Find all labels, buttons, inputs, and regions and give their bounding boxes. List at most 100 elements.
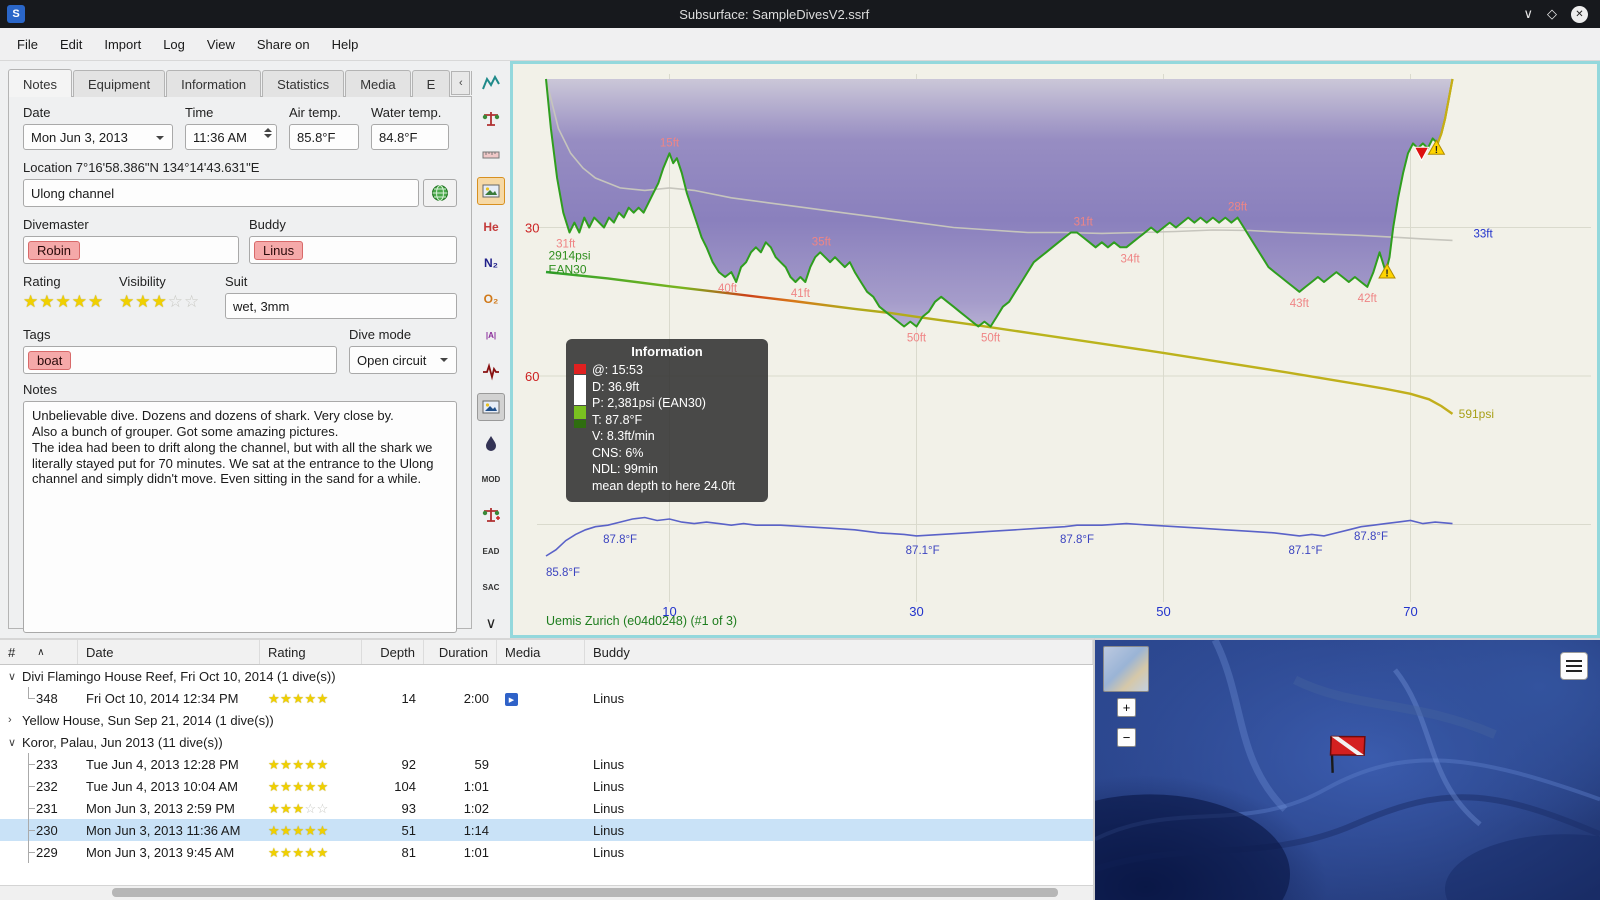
column-header-depth[interactable]: Depth — [362, 640, 424, 664]
tab-notes[interactable]: Notes — [8, 69, 72, 97]
map-lookup-button[interactable] — [423, 179, 457, 207]
divemaster-input[interactable]: Robin — [23, 236, 239, 264]
menu-log[interactable]: Log — [152, 32, 196, 57]
dive-row[interactable]: 231 Mon Jun 3, 2013 2:59 PM ★★★☆☆ 93 1:02 Lin… — [0, 797, 1093, 819]
watertemp-input[interactable]: 84.8°F — [371, 124, 449, 150]
dive-date: Tue Jun 4, 2013 10:04 AM — [86, 778, 239, 794]
setpoint-icon[interactable]: |A| — [477, 321, 505, 349]
profile-info-tooltip[interactable]: Information @: 15:53 D: 36.9ft P: 2,381psi… — [566, 339, 768, 502]
column-header-date[interactable]: Date — [78, 640, 260, 664]
menu-edit[interactable]: Edit — [49, 32, 93, 57]
dive-flag-marker[interactable] — [1317, 722, 1377, 779]
tab-scroll-left-icon[interactable]: ‹ — [451, 71, 471, 95]
divemode-combobox[interactable]: Open circuit — [349, 346, 457, 374]
scrollbar-thumb[interactable] — [112, 888, 1058, 897]
ceiling-icon[interactable] — [477, 429, 505, 457]
trip-row[interactable]: ∨ Divi Flamingo House Reef, Fri Oct 10, 2… — [0, 665, 1093, 687]
time-spinner[interactable]: 11:36 AM — [185, 124, 277, 150]
menu-file[interactable]: File — [6, 32, 49, 57]
column-header-buddy[interactable]: Buddy — [585, 640, 1093, 664]
divemode-label: Dive mode — [349, 327, 412, 342]
trip-row[interactable]: › Yellow House, Sun Sep 21, 2014 (1 dive(… — [0, 709, 1093, 731]
collapse-icon[interactable]: ∨ — [8, 670, 22, 683]
rating-stars[interactable]: ★★★★★ — [23, 293, 105, 310]
media-icon[interactable]: ▶ — [505, 693, 518, 707]
dive-depth: 93 — [401, 800, 416, 816]
heartrate-icon[interactable] — [477, 357, 505, 385]
toolbar-collapse-icon[interactable]: ∨ — [486, 614, 497, 632]
tree-branch-icon — [22, 687, 36, 709]
airtemp-label: Air temp. — [289, 105, 342, 120]
svg-text:70: 70 — [1403, 604, 1417, 619]
dive-row[interactable]: 230 Mon Jun 3, 2013 11:36 AM ★★★★★ 51 1:14 Li… — [0, 819, 1093, 841]
column-header-media[interactable]: Media — [497, 640, 585, 664]
picture-icon[interactable] — [477, 393, 505, 421]
dive-list-hscrollbar[interactable] — [0, 885, 1093, 900]
visibility-stars[interactable]: ★★★☆☆ — [119, 293, 211, 310]
suit-input[interactable]: wet, 3mm — [225, 293, 457, 319]
star-icon: ★ — [292, 822, 305, 838]
globe-icon — [432, 185, 448, 201]
collapse-icon[interactable]: ∨ — [8, 736, 22, 749]
tag-chip[interactable]: boat — [28, 350, 72, 370]
star-icon: ☆ — [167, 292, 184, 311]
sac-icon[interactable]: SAC — [477, 573, 505, 601]
photos-icon[interactable] — [477, 177, 505, 205]
menu-share-on[interactable]: Share on — [246, 32, 321, 57]
dive-map[interactable]: + − — [1095, 638, 1600, 900]
tab-equipment[interactable]: Equipment — [72, 70, 166, 97]
dive-number: 232 — [36, 778, 58, 794]
column-header-duration[interactable]: Duration — [424, 640, 497, 664]
profile-plot-icon[interactable] — [477, 69, 505, 97]
location-input[interactable]: Ulong channel — [23, 179, 419, 207]
notes-label: Notes — [23, 382, 57, 397]
n2-icon[interactable]: N₂ — [477, 249, 505, 277]
expand-icon[interactable]: › — [8, 714, 22, 726]
svg-text:!: ! — [1435, 145, 1438, 156]
map-zoom-in-button[interactable]: + — [1117, 698, 1136, 717]
star-icon: ★ — [268, 756, 281, 772]
map-menu-button[interactable] — [1560, 652, 1588, 680]
tab-e[interactable]: E — [411, 70, 451, 97]
close-icon[interactable]: ✕ — [1571, 5, 1588, 23]
dive-list-header[interactable]: # ∧ Date Rating Depth Duration Media Buddy — [0, 640, 1093, 665]
titlebar[interactable]: S Subsurface: SampleDivesV2.ssrf ∨ ◇ ✕ — [0, 0, 1600, 28]
tab-information[interactable]: Information — [166, 70, 262, 97]
tags-input[interactable]: boat — [23, 346, 337, 374]
dive-flag-icon — [1329, 735, 1366, 773]
airtemp-input[interactable]: 85.8°F — [289, 124, 359, 150]
map-zoom-out-button[interactable]: − — [1117, 728, 1136, 747]
dc-scale-icon[interactable] — [477, 501, 505, 529]
notes-textarea[interactable]: Unbelievable dive. Dozens and dozens of … — [23, 401, 457, 633]
scale-icon[interactable] — [477, 105, 505, 133]
map-overview-inset[interactable] — [1103, 646, 1149, 692]
column-header-num[interactable]: # ∧ — [0, 640, 78, 664]
trip-row[interactable]: ∨ Koror, Palau, Jun 2013 (11 dive(s)) — [0, 731, 1093, 753]
buddy-input[interactable]: Linus — [249, 236, 457, 264]
divemaster-chip[interactable]: Robin — [28, 240, 80, 260]
menu-view[interactable]: View — [196, 32, 246, 57]
tab-statistics[interactable]: Statistics — [262, 70, 345, 97]
dive-profile[interactable]: 10 30 50 70 30 60 31ft 15ft 40ft 41ft 35ft 50ft 50ft… — [510, 61, 1600, 638]
spinner-arrows-icon[interactable] — [264, 128, 272, 138]
date-combobox[interactable]: Mon Jun 3, 2013 — [23, 124, 173, 150]
dive-row[interactable]: 233 Tue Jun 4, 2013 12:28 PM ★★★★★ 92 59 Linu… — [0, 753, 1093, 775]
svg-text:30: 30 — [525, 221, 539, 236]
tab-media[interactable]: Media — [345, 70, 411, 97]
mod-icon[interactable]: MOD — [477, 465, 505, 493]
dive-number: 231 — [36, 800, 58, 816]
menu-help[interactable]: Help — [321, 32, 370, 57]
dive-row[interactable]: 232 Tue Jun 4, 2013 10:04 AM ★★★★★ 104 1:01 L… — [0, 775, 1093, 797]
minimize-icon[interactable]: ∨ — [1523, 6, 1533, 22]
tooltip-rows: @: 15:53 D: 36.9ft P: 2,381psi (EAN30) T: 8… — [592, 363, 736, 493]
ruler-icon[interactable] — [477, 141, 505, 169]
menu-import[interactable]: Import — [93, 32, 152, 57]
he-icon[interactable]: He — [477, 213, 505, 241]
dive-row[interactable]: 229 Mon Jun 3, 2013 9:45 AM ★★★★★ 81 1:01 Lin… — [0, 841, 1093, 863]
dive-row[interactable]: 348 Fri Oct 10, 2014 12:34 PM ★★★★★ 14 2:00 ▶… — [0, 687, 1093, 709]
o2-icon[interactable]: O₂ — [477, 285, 505, 313]
ead-icon[interactable]: EAD — [477, 537, 505, 565]
buddy-chip[interactable]: Linus — [254, 240, 304, 260]
column-header-rating[interactable]: Rating — [260, 640, 362, 664]
maximize-icon[interactable]: ◇ — [1547, 6, 1557, 22]
